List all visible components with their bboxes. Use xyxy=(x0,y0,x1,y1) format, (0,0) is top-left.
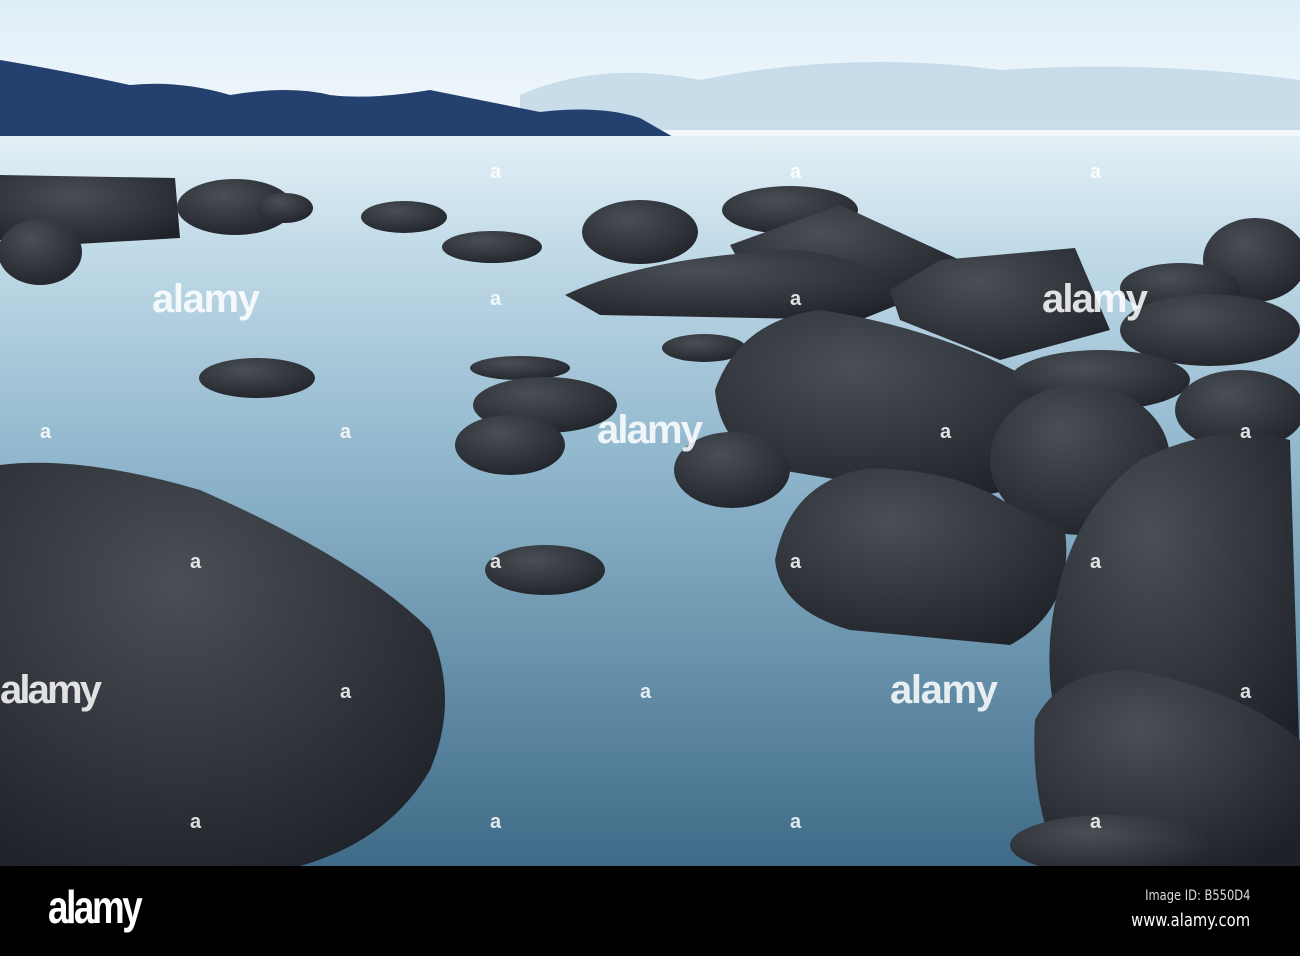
svg-text:a: a xyxy=(40,421,52,443)
alamy-logo: alamy xyxy=(48,881,143,933)
svg-text:a: a xyxy=(190,551,202,573)
svg-text:a: a xyxy=(790,811,802,833)
svg-text:a: a xyxy=(190,811,202,833)
svg-text:a: a xyxy=(640,681,652,703)
svg-text:alamy: alamy xyxy=(1042,277,1149,321)
svg-text:a: a xyxy=(340,421,352,443)
svg-text:alamy: alamy xyxy=(890,668,999,712)
svg-text:a: a xyxy=(490,811,502,833)
svg-text:a: a xyxy=(340,681,352,703)
svg-text:alamy: alamy xyxy=(152,277,261,321)
seascape-photo: alamy alamy alamy alamy alamy a a a a a … xyxy=(0,0,1300,866)
image-id: Image ID: B550D4 xyxy=(1144,888,1250,904)
svg-text:a: a xyxy=(1240,421,1252,443)
svg-text:alamy: alamy xyxy=(0,668,103,712)
svg-text:a: a xyxy=(490,288,502,310)
svg-text:a: a xyxy=(490,161,502,183)
svg-text:alamy: alamy xyxy=(597,408,704,452)
svg-text:a: a xyxy=(1090,551,1102,573)
svg-text:a: a xyxy=(940,421,952,443)
svg-text:a: a xyxy=(790,288,802,310)
site-url: www.alamy.com xyxy=(1131,910,1250,931)
footer-bar: alamy Image ID: B550D4 www.alamy.com xyxy=(0,866,1300,956)
svg-text:a: a xyxy=(790,161,802,183)
svg-text:a: a xyxy=(790,551,802,573)
svg-text:a: a xyxy=(1090,161,1102,183)
svg-text:a: a xyxy=(1090,811,1102,833)
svg-text:a: a xyxy=(490,551,502,573)
svg-text:a: a xyxy=(1240,681,1252,703)
